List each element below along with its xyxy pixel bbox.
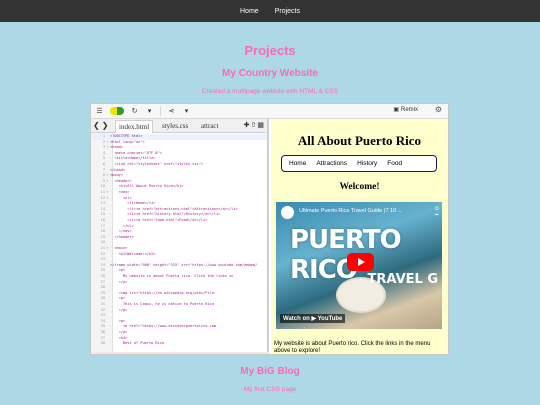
nav-home-link[interactable]: Home	[240, 8, 259, 15]
project-description: My first CSS page	[243, 386, 297, 393]
file-actions-icon[interactable]: ✚⇧▦	[244, 121, 265, 129]
code-text: </nav>	[110, 229, 132, 234]
line-number: 38	[100, 341, 105, 346]
code-text: <main>	[110, 246, 128, 250]
code-text: <h3>	[110, 335, 128, 340]
code-text: <h2>Welcome!</h2>	[110, 251, 156, 256]
replit-logo-icon[interactable]	[110, 106, 124, 117]
project-description: Created a multipage website with HTML & …	[201, 88, 339, 95]
code-text: <h1>All About Puerto Rico</h1>	[110, 184, 184, 189]
preview-body-text: My website is about Puerto rico. Click t…	[274, 341, 431, 354]
tab-index-html[interactable]: index.html	[115, 120, 154, 133]
code-text: <link rel="stylesheet" href="styles.css"…	[110, 162, 204, 166]
code-text: <nav>	[110, 190, 130, 194]
watch-on-youtube-button[interactable]: Watch on ▶ YouTube	[280, 314, 346, 323]
preview-welcome: Welcome!	[339, 182, 380, 192]
youtube-video[interactable]: Ultimate Puerto Rico Travel Guide (7 10 …	[276, 202, 442, 329]
code-text: <li><a href="history.html">History</a></…	[110, 212, 221, 217]
code-text: <p>	[110, 318, 126, 323]
code-text: </p>	[110, 330, 128, 334]
code-text: <!DOCTYPE html>	[110, 134, 143, 138]
code-text: <meta charset="UTF-8">	[110, 150, 162, 155]
code-line[interactable]: 38 Best of Puerto Rico	[91, 341, 164, 347]
tab-attractions[interactable]: attract	[198, 120, 222, 133]
share-icon[interactable]: ⋖	[167, 106, 176, 117]
code-text: <html lang="en">	[110, 139, 145, 144]
project-title: My Country Website	[222, 68, 318, 79]
preview-nav-food[interactable]: Food	[387, 160, 402, 167]
code-embed: ☰ ↻ ▾ ⋖ ▾ ▣ Remix ⚙ ❮❯ index.html styles…	[90, 103, 449, 355]
video-share-icon[interactable]: ⏲ ➦	[435, 206, 439, 218]
tab-styles-css[interactable]: styles.css	[159, 120, 191, 133]
code-text: <p>	[110, 296, 126, 301]
code-text: My website is about Puerto rico. Click t…	[110, 274, 234, 278]
play-button[interactable]	[347, 253, 374, 271]
remix-label: Remix	[400, 106, 418, 113]
code-text: <img src="https://es.wikipedia.org/wiki/…	[110, 290, 217, 295]
code-text: <ul>	[110, 195, 132, 200]
remix-button[interactable]: ▣ Remix	[393, 106, 418, 114]
code-text: Best of Puerto Rico	[110, 341, 165, 346]
code-text: <head>	[110, 145, 123, 150]
file-nav-arrows-icon[interactable]: ❮❯	[93, 121, 110, 130]
video-overlay-text-2: TRAVEL G	[367, 272, 438, 287]
embed-toolbar: ☰ ↻ ▾ ⋖ ▾ ▣ Remix ⚙	[91, 104, 448, 119]
code-text: <li><a href="food.html">Food</a></li>	[110, 218, 208, 222]
code-text: </p>	[110, 279, 128, 284]
channel-avatar[interactable]	[281, 206, 294, 219]
code-text: <li>Home</li>	[110, 201, 156, 206]
code-text: <li><a href="attractions.html">Attractio…	[110, 206, 238, 211]
preview-heading: All About Puerto Rico	[297, 133, 422, 148]
web-preview: All About Puerto Rico Home Attractions H…	[271, 119, 448, 354]
code-text: <p>	[110, 268, 126, 273]
code-text: <body>	[110, 173, 123, 178]
horizontal-scrollbar[interactable]	[91, 352, 269, 354]
file-tabs: ❮❯ index.html styles.css attract ✚⇧▦	[91, 119, 267, 133]
code-text: </ul>	[110, 223, 134, 228]
code-text: </p>	[110, 307, 128, 312]
gear-icon[interactable]: ⚙	[435, 105, 442, 114]
code-editor[interactable]: ❮❯ index.html styles.css attract ✚⇧▦ 1 <!…	[91, 119, 269, 354]
menu-icon[interactable]: ☰	[95, 106, 104, 117]
video-title[interactable]: Ultimate Puerto Rico Travel Guide (7 10 …	[299, 208, 402, 214]
project-title: My BiG Blog	[240, 366, 300, 377]
code-area[interactable]: 1 <!DOCTYPE html> 2▾<html lang="en"> 3▾<hea…	[91, 134, 267, 354]
remix-icon: ▣	[393, 107, 399, 113]
code-text: </header>	[110, 234, 134, 239]
code-text: This is Coqui, he is native to Puerto Ri…	[110, 302, 214, 306]
dropdown-icon[interactable]: ▾	[145, 106, 154, 117]
code-text: <header>	[110, 178, 132, 183]
page-title: Projects	[244, 43, 296, 58]
refresh-icon[interactable]: ↻	[130, 106, 139, 117]
chevron-down-icon[interactable]: ▾	[182, 106, 191, 117]
preview-nav-attractions[interactable]: Attractions	[316, 160, 347, 167]
preview-nav: Home Attractions History Food	[281, 155, 437, 172]
code-text: <iframe width="560" height="315" src="ht…	[110, 262, 258, 267]
code-text: </head>	[110, 167, 126, 172]
nav-projects-link[interactable]: Projects	[275, 8, 300, 15]
code-text: <a href="https://www.discoverpuertorico.…	[110, 324, 217, 329]
code-text: <title>Home</title>	[110, 156, 156, 161]
preview-nav-history[interactable]: History	[357, 160, 377, 167]
preview-nav-home[interactable]: Home	[289, 160, 306, 167]
top-nav: Home Projects	[0, 0, 540, 22]
divider	[160, 106, 161, 116]
